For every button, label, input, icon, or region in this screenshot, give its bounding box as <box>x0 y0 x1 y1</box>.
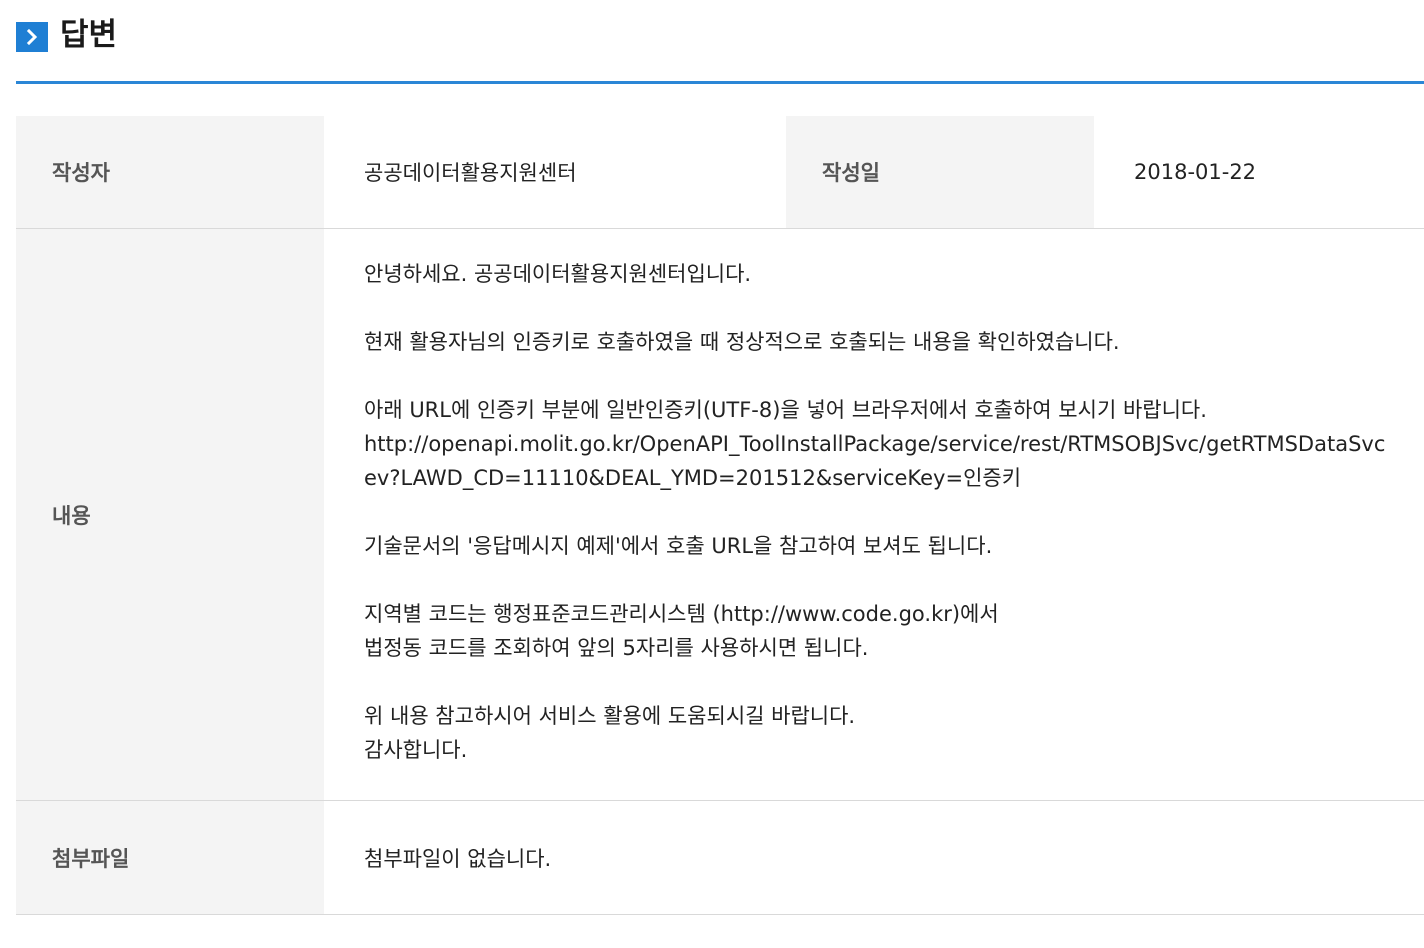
content-text: 안녕하세요. 공공데이터활용지원센터입니다. 현재 활용자님의 인증키로 호출하였… <box>364 257 1385 767</box>
content-body: 안녕하세요. 공공데이터활용지원센터입니다. 현재 활용자님의 인증키로 호출하였… <box>324 229 1424 800</box>
content-line: 현재 활용자님의 인증키로 호출하였을 때 정상적으로 호출되는 내용을 확인하… <box>364 330 1120 354</box>
content-label: 내용 <box>16 229 324 800</box>
chevron-right-icon <box>16 22 48 52</box>
content-row: 내용 안녕하세요. 공공데이터활용지원센터입니다. 현재 활용자님의 인증키로 호… <box>16 229 1424 801</box>
attachment-value: 첨부파일이 없습니다. <box>364 846 552 871</box>
answer-table: 작성자 공공데이터활용지원센터 작성일 2018-01-22 내용 안녕하세요.… <box>16 116 1424 915</box>
content-line: 안녕하세요. 공공데이터활용지원센터입니다. <box>364 262 752 286</box>
content-line: http://openapi.molit.go.kr/OpenAPI_ToolI… <box>364 432 1386 456</box>
content-line: 감사합니다. <box>364 738 468 762</box>
content-line: ev?LAWD_CD=11110&DEAL_YMD=201512&service… <box>364 466 1022 490</box>
author-label: 작성자 <box>16 116 324 228</box>
content-line: 기술문서의 '응답메시지 예제'에서 호출 URL을 참고하여 보셔도 됩니다. <box>364 534 993 558</box>
author-value: 공공데이터활용지원센터 <box>364 161 577 185</box>
content-blank-line <box>364 495 1385 529</box>
content-blank-line <box>364 359 1385 393</box>
author-row: 작성자 공공데이터활용지원센터 작성일 2018-01-22 <box>16 116 1424 229</box>
content-line: 아래 URL에 인증키 부분에 일반인증키(UTF-8)을 넣어 브라우저에서 … <box>364 398 1207 422</box>
content-line: 법정동 코드를 조회하여 앞의 5자리를 사용하시면 됩니다. <box>364 636 869 660</box>
answer-section-header: 답변 <box>16 0 1424 84</box>
content-blank-line <box>364 563 1385 597</box>
attachment-row: 첨부파일 첨부파일이 없습니다. <box>16 801 1424 915</box>
content-line: 지역별 코드는 행정표준코드관리시스템 (http://www.code.go.… <box>364 602 999 626</box>
content-line: 위 내용 참고하시어 서비스 활용에 도움되시길 바랍니다. <box>364 704 856 728</box>
date-value: 2018-01-22 <box>1134 160 1257 184</box>
attachment-label: 첨부파일 <box>16 801 324 914</box>
date-label: 작성일 <box>786 116 1094 228</box>
content-blank-line <box>364 665 1385 699</box>
content-blank-line <box>364 291 1385 325</box>
section-title: 답변 <box>60 17 118 53</box>
